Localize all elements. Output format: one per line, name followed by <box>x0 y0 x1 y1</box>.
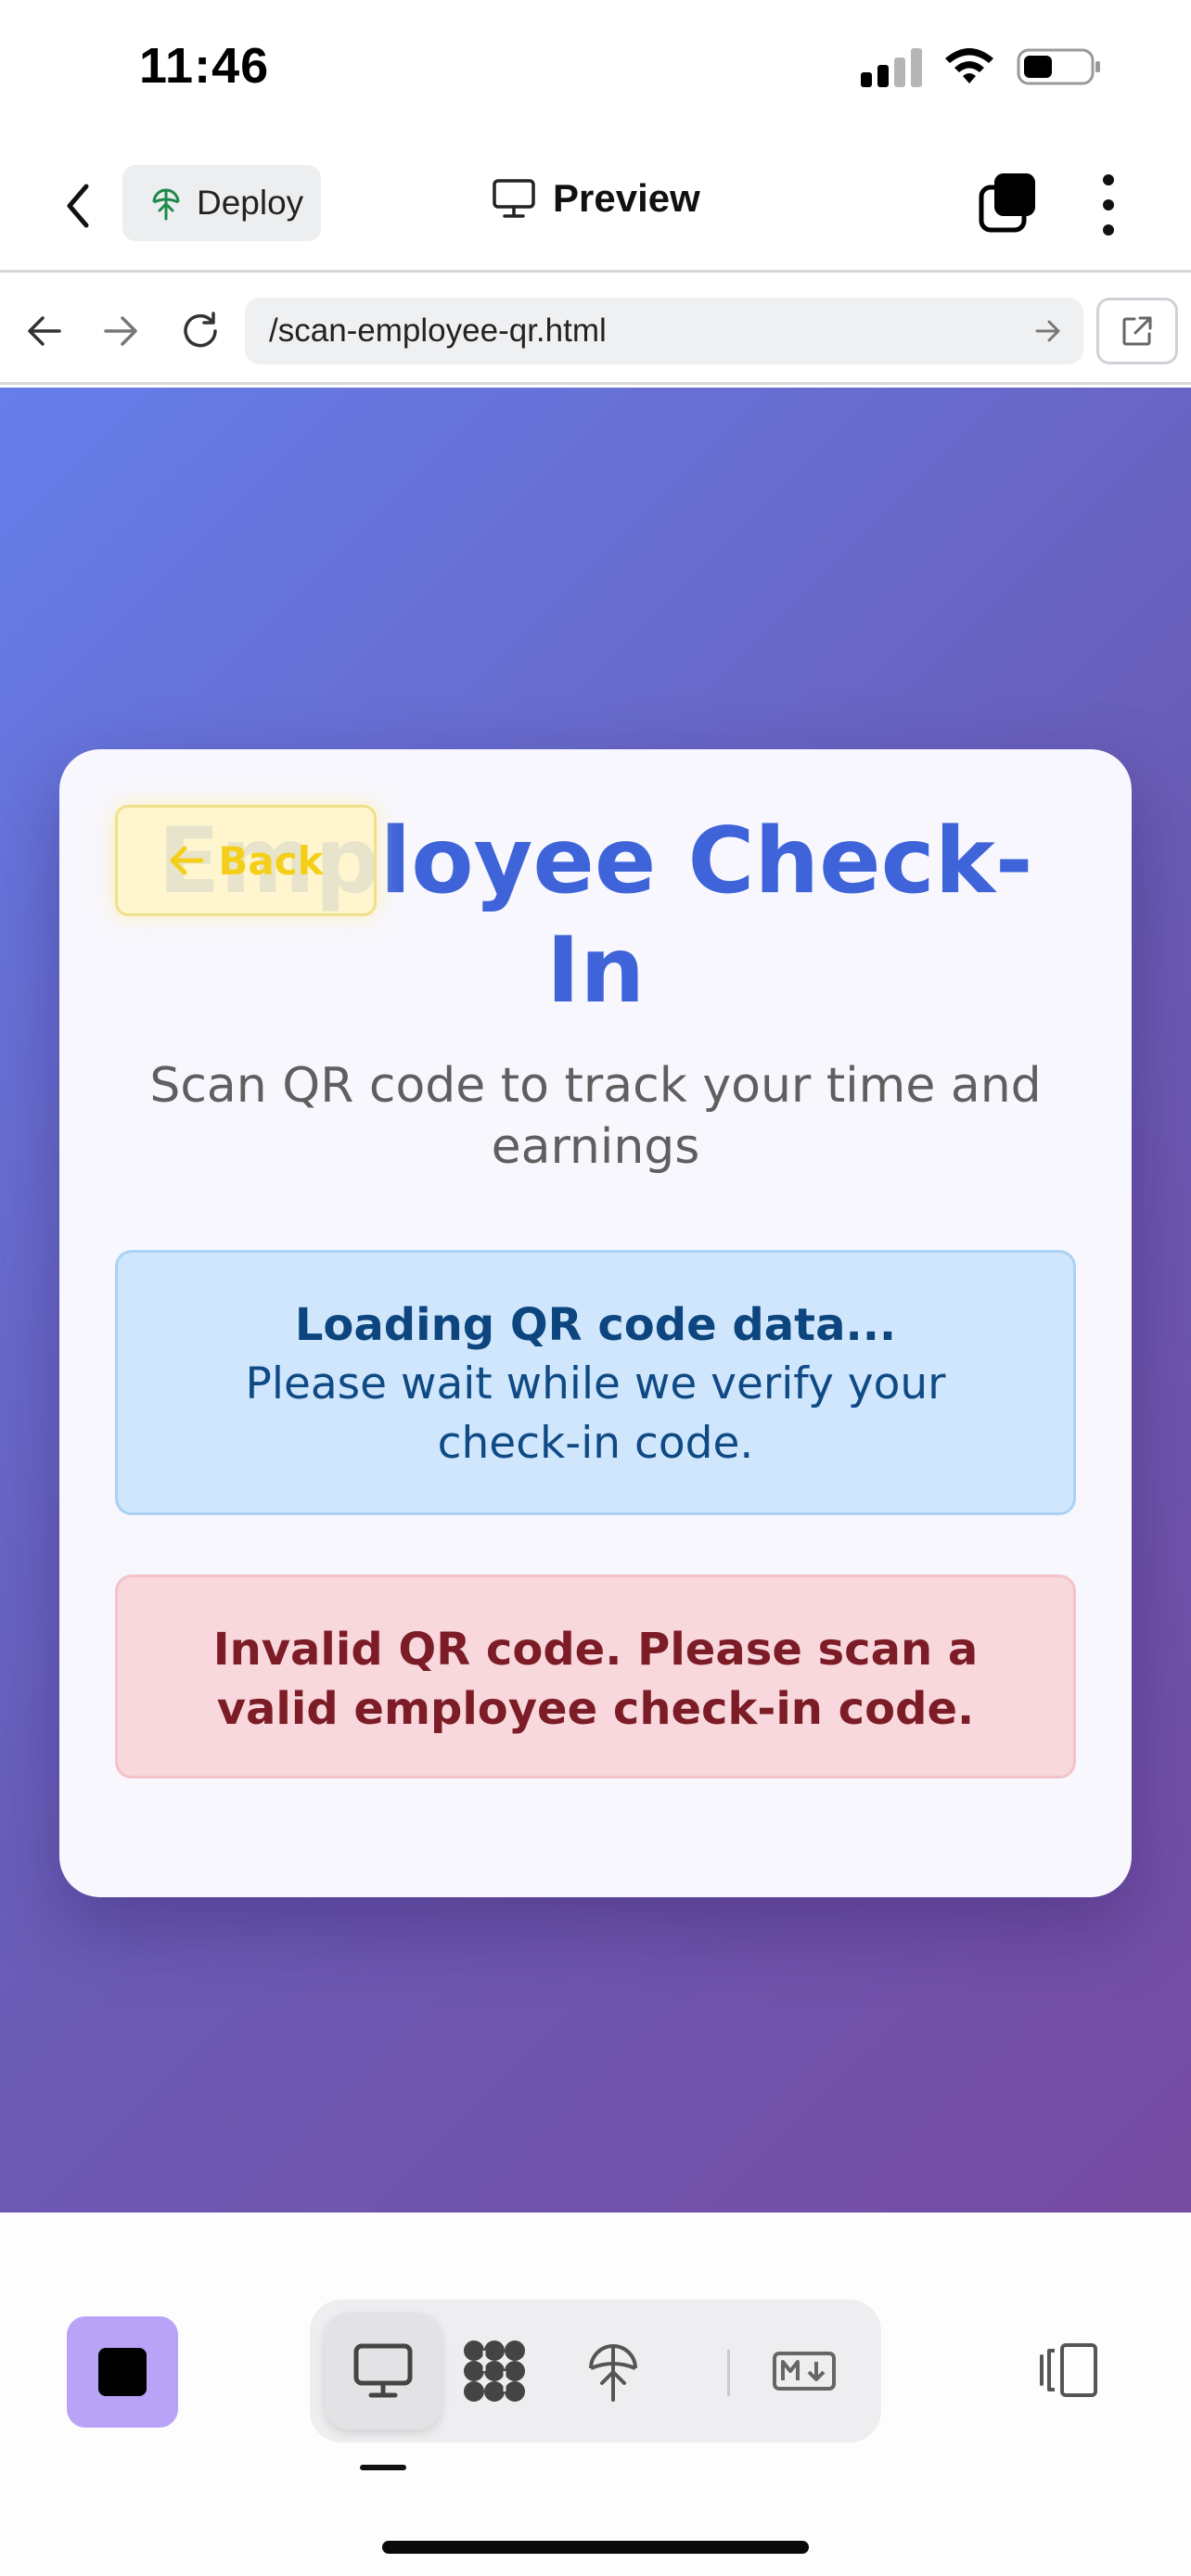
components-icon[interactable] <box>436 2313 553 2429</box>
url-field[interactable]: /scan-employee-qr.html <box>245 298 1083 364</box>
stop-icon <box>98 2348 147 2396</box>
external-link-icon <box>1122 316 1152 346</box>
app-header: Deploy Preview <box>0 139 1191 273</box>
tabs-icon[interactable] <box>978 171 1039 236</box>
back-chevron-icon[interactable] <box>52 176 104 236</box>
loading-message: Please wait while we verify your check-i… <box>245 1358 946 1469</box>
more-vertical-icon[interactable] <box>1095 174 1122 236</box>
monitor-icon <box>493 179 535 218</box>
go-arrow-icon[interactable] <box>1031 314 1065 348</box>
loading-status-box: Loading QR code data... Please wait whil… <box>115 1250 1076 1515</box>
loading-heading: Loading QR code data... <box>294 1299 897 1351</box>
back-label: Back <box>218 837 324 884</box>
error-message-box: Invalid QR code. Please scan a valid emp… <box>115 1575 1076 1779</box>
cellular-signal-icon <box>861 46 922 87</box>
status-bar: 11:46 <box>0 0 1191 139</box>
active-mode-indicator <box>360 2465 406 2470</box>
toolbar-divider <box>727 2350 730 2396</box>
wifi-icon <box>945 48 993 83</box>
reload-icon[interactable] <box>171 301 230 361</box>
status-time: 11:46 <box>139 38 270 94</box>
deploy-icon <box>152 188 180 221</box>
arrow-left-icon[interactable] <box>15 301 74 361</box>
external-link-button[interactable] <box>1096 298 1178 364</box>
markdown-icon[interactable] <box>746 2313 863 2429</box>
browser-bar: /scan-employee-qr.html <box>0 275 1191 385</box>
preview-title: Preview <box>492 176 700 221</box>
deploy-label: Deploy <box>197 184 304 222</box>
web-viewport: Employee Check-In Back Scan QR code to t… <box>0 388 1191 2213</box>
battery-icon <box>1017 48 1100 85</box>
back-button[interactable]: Back <box>115 805 377 916</box>
view-mode-group <box>310 2300 881 2442</box>
deploy-button[interactable]: Deploy <box>122 165 321 241</box>
split-view-icon[interactable] <box>1031 2333 1106 2407</box>
arrow-left-icon <box>170 846 204 875</box>
check-in-card: Employee Check-In Back Scan QR code to t… <box>59 749 1132 1897</box>
preview-label: Preview <box>553 176 700 220</box>
arrow-right-icon[interactable] <box>91 301 150 361</box>
desktop-preview-icon[interactable] <box>325 2313 442 2429</box>
stop-button[interactable] <box>67 2316 178 2428</box>
status-icons <box>861 46 1102 87</box>
deploy-icon[interactable] <box>555 2313 672 2429</box>
bottom-toolbar <box>0 2213 1191 2576</box>
page-subtitle: Scan QR code to track your time and earn… <box>149 1058 1042 1175</box>
url-text: /scan-employee-qr.html <box>269 312 607 349</box>
home-indicator <box>382 2541 809 2554</box>
